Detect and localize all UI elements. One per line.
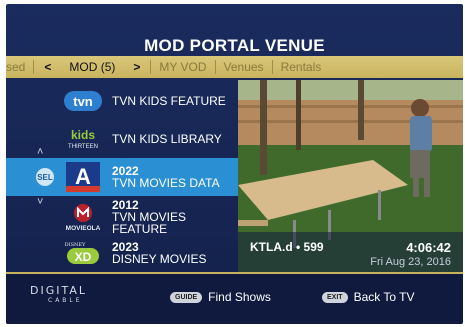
category-nav-bar: sed < MOD (5) > MY VOD Venues Rentals [6, 56, 463, 78]
movieola-logo-text: MOVIEOLA [66, 225, 101, 232]
a-channel-logo-icon: A [63, 162, 103, 192]
nav-item-rentals[interactable]: Rentals [273, 60, 330, 74]
brand-top-text: DIGITAL [30, 284, 88, 297]
clock-date: Fri Aug 23, 2016 [370, 256, 451, 268]
list-item-title: TVN MOVIES DATA [112, 176, 220, 190]
disney-logo-text: DISNEY [65, 242, 86, 248]
kids-thirteen-logo-icon: kids THIRTEEN [63, 124, 103, 154]
scroll-up-chevron-icon[interactable]: ˄ [37, 146, 43, 158]
list-item-title: TVN MOVIES FEATURE [112, 210, 187, 236]
list-item-tvn-movies-data[interactable]: SEL A 2022 TVN MOVIES DATA [6, 158, 238, 196]
preview-info-overlay: KTLA.d • 599 4:06:42 Fri Aug 23, 2016 [238, 232, 463, 272]
brand-bottom-text: CABLE [48, 297, 83, 304]
channel-label: KTLA.d • 599 [250, 240, 324, 254]
page-title: MOD PORTAL VENUE [144, 36, 325, 55]
list-item-tvn-kids-feature[interactable]: tvn TVN KIDS FEATURE [6, 82, 238, 120]
find-shows-label: Find Shows [208, 290, 271, 304]
nav-right-arrow-icon[interactable]: > [123, 60, 150, 74]
channel-list: tvn TVN KIDS FEATURE kids THIRTEEN TVN K… [6, 80, 238, 272]
find-shows-hint[interactable]: GUIDE Find Shows [170, 290, 271, 304]
list-item-disney-movies[interactable]: DISNEY XD 2023 DISNEY MOVIES [6, 234, 238, 272]
tvn-logo-text: tvn [73, 94, 93, 109]
nav-item-venues[interactable]: Venues [216, 60, 272, 74]
a-logo-text: A [75, 164, 91, 189]
list-item-title: DISNEY MOVIES [112, 252, 207, 266]
movieola-logo-icon: MOVIEOLA [63, 202, 103, 232]
select-badge-icon[interactable]: SEL [36, 168, 54, 186]
back-to-tv-label: Back To TV [353, 290, 415, 304]
tvn-logo-icon: tvn [63, 86, 103, 116]
nav-left-arrow-icon[interactable]: < [34, 60, 61, 74]
exit-key-icon: EXIT [322, 291, 348, 303]
kids-logo-text: kids [71, 128, 95, 142]
disney-xd-logo-icon: DISNEY XD [63, 238, 103, 268]
nav-item-mod[interactable]: MOD (5) [61, 60, 123, 74]
guide-key-icon: GUIDE [170, 291, 203, 303]
xd-logo-text: XD [75, 250, 92, 264]
list-item-title: TVN KIDS FEATURE [112, 94, 226, 108]
digital-cable-logo: DIGITAL CABLE [30, 284, 88, 306]
footer-bar: DIGITAL CABLE GUIDE Find Shows EXIT Back… [6, 274, 463, 324]
back-to-tv-hint[interactable]: EXIT Back To TV [322, 290, 414, 304]
list-item-title: TVN KIDS LIBRARY [112, 132, 222, 146]
clock-time: 4:06:42 [406, 240, 451, 255]
mod-portal-screen: MOD PORTAL VENUE sed < MOD (5) > MY VOD … [6, 4, 463, 324]
nav-item-previous[interactable]: sed [6, 60, 33, 74]
thirteen-logo-text: THIRTEEN [68, 144, 98, 150]
nav-item-my-vod[interactable]: MY VOD [151, 60, 214, 74]
list-item-tvn-movies-feature[interactable]: MOVIEOLA 2012 TVN MOVIES FEATURE [6, 198, 238, 236]
